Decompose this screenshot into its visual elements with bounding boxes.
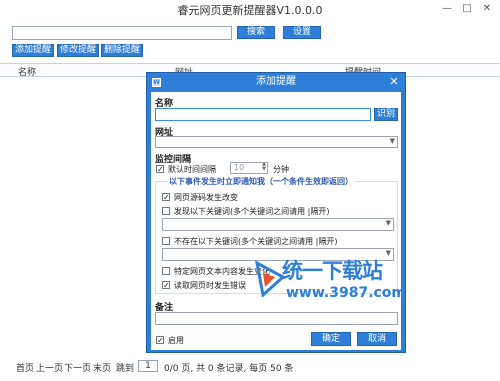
- spinner-arrows-icon[interactable]: ▲ ▼: [262, 162, 266, 172]
- app-icon: W: [152, 78, 161, 87]
- keywords-missing-label: 不存在以下关键词(多个关键词之间请用 |隔开): [174, 237, 338, 246]
- edit-reminder-button[interactable]: 修改提醒: [57, 44, 99, 57]
- dialog-close-button[interactable]: ✕: [387, 73, 401, 90]
- pager-next-link[interactable]: 下一页: [64, 361, 91, 374]
- default-interval-checkbox[interactable]: ✓: [156, 165, 164, 174]
- interval-value: 10: [234, 163, 245, 172]
- window-title: 睿元网页更新提醒器V1.0.0.0: [177, 4, 323, 17]
- source-changed-checkbox[interactable]: ✓: [162, 193, 170, 202]
- pager-jump-label: 跳到: [116, 364, 135, 374]
- watermark-url: www.3987.com: [286, 285, 407, 301]
- notify-conditions-title: 以下事件发生时立即通知我（一个条件生效即返回）: [167, 176, 355, 187]
- watermark-text: 统一下载站: [282, 259, 383, 283]
- ok-button[interactable]: 确定: [311, 332, 351, 346]
- text-changed-checkbox[interactable]: [162, 267, 170, 275]
- chevron-down-icon: ▼: [389, 137, 395, 145]
- default-interval-label: 默认时间间隔: [168, 165, 216, 174]
- interval-spinner[interactable]: 10 ▲ ▼: [230, 162, 268, 174]
- page-number-input[interactable]: 1: [138, 360, 158, 372]
- close-button[interactable]: ✕: [476, 0, 498, 18]
- column-header-name[interactable]: 名称: [18, 65, 36, 78]
- name-input[interactable]: [155, 108, 371, 121]
- watermark-logo-icon: [255, 261, 285, 297]
- cancel-button[interactable]: 取消: [357, 332, 397, 346]
- enable-label: 启用: [168, 336, 184, 345]
- minutes-label: 分钟: [273, 165, 289, 174]
- pager-prev-link[interactable]: 上一页: [36, 361, 63, 374]
- minimize-button[interactable]: —: [436, 0, 458, 18]
- read-error-checkbox[interactable]: ✓: [162, 281, 170, 290]
- keywords-found-checkbox[interactable]: [162, 207, 170, 215]
- keywords-found-label: 发现以下关键词(多个关键词之间请用 |隔开): [174, 207, 330, 216]
- search-input[interactable]: [12, 26, 232, 40]
- settings-button[interactable]: 设置: [283, 26, 321, 39]
- add-reminder-button[interactable]: 添加提醒: [12, 44, 54, 57]
- read-error-label: 读取网页时发生错误: [174, 281, 246, 290]
- identify-button[interactable]: 识别: [374, 108, 398, 121]
- maximize-button[interactable]: □: [456, 0, 478, 18]
- chevron-down-icon: ▼: [385, 219, 391, 227]
- delete-reminder-button[interactable]: 删除提醒: [101, 44, 143, 57]
- url-dropdown[interactable]: ▼: [155, 136, 398, 148]
- dialog-titlebar: 添加提醒: [147, 73, 405, 91]
- site-watermark: 统一下载站 www.3987.com: [255, 255, 415, 315]
- dialog-title: 添加提醒: [256, 76, 296, 87]
- pager-summary: 0/0 页, 共 0 条记录, 每页 50 条: [164, 364, 294, 374]
- enable-checkbox[interactable]: ✓: [156, 336, 164, 345]
- window-titlebar: 睿元网页更新提醒器V1.0.0.0: [0, 0, 500, 22]
- keywords-missing-checkbox[interactable]: [162, 237, 170, 245]
- pager-last-link[interactable]: 末页: [93, 361, 111, 374]
- pager-first-link[interactable]: 首页: [16, 361, 34, 374]
- keywords-found-dropdown[interactable]: ▼: [162, 218, 394, 231]
- search-button[interactable]: 搜索: [237, 26, 275, 39]
- source-changed-label: 网页源码发生改变: [174, 193, 238, 202]
